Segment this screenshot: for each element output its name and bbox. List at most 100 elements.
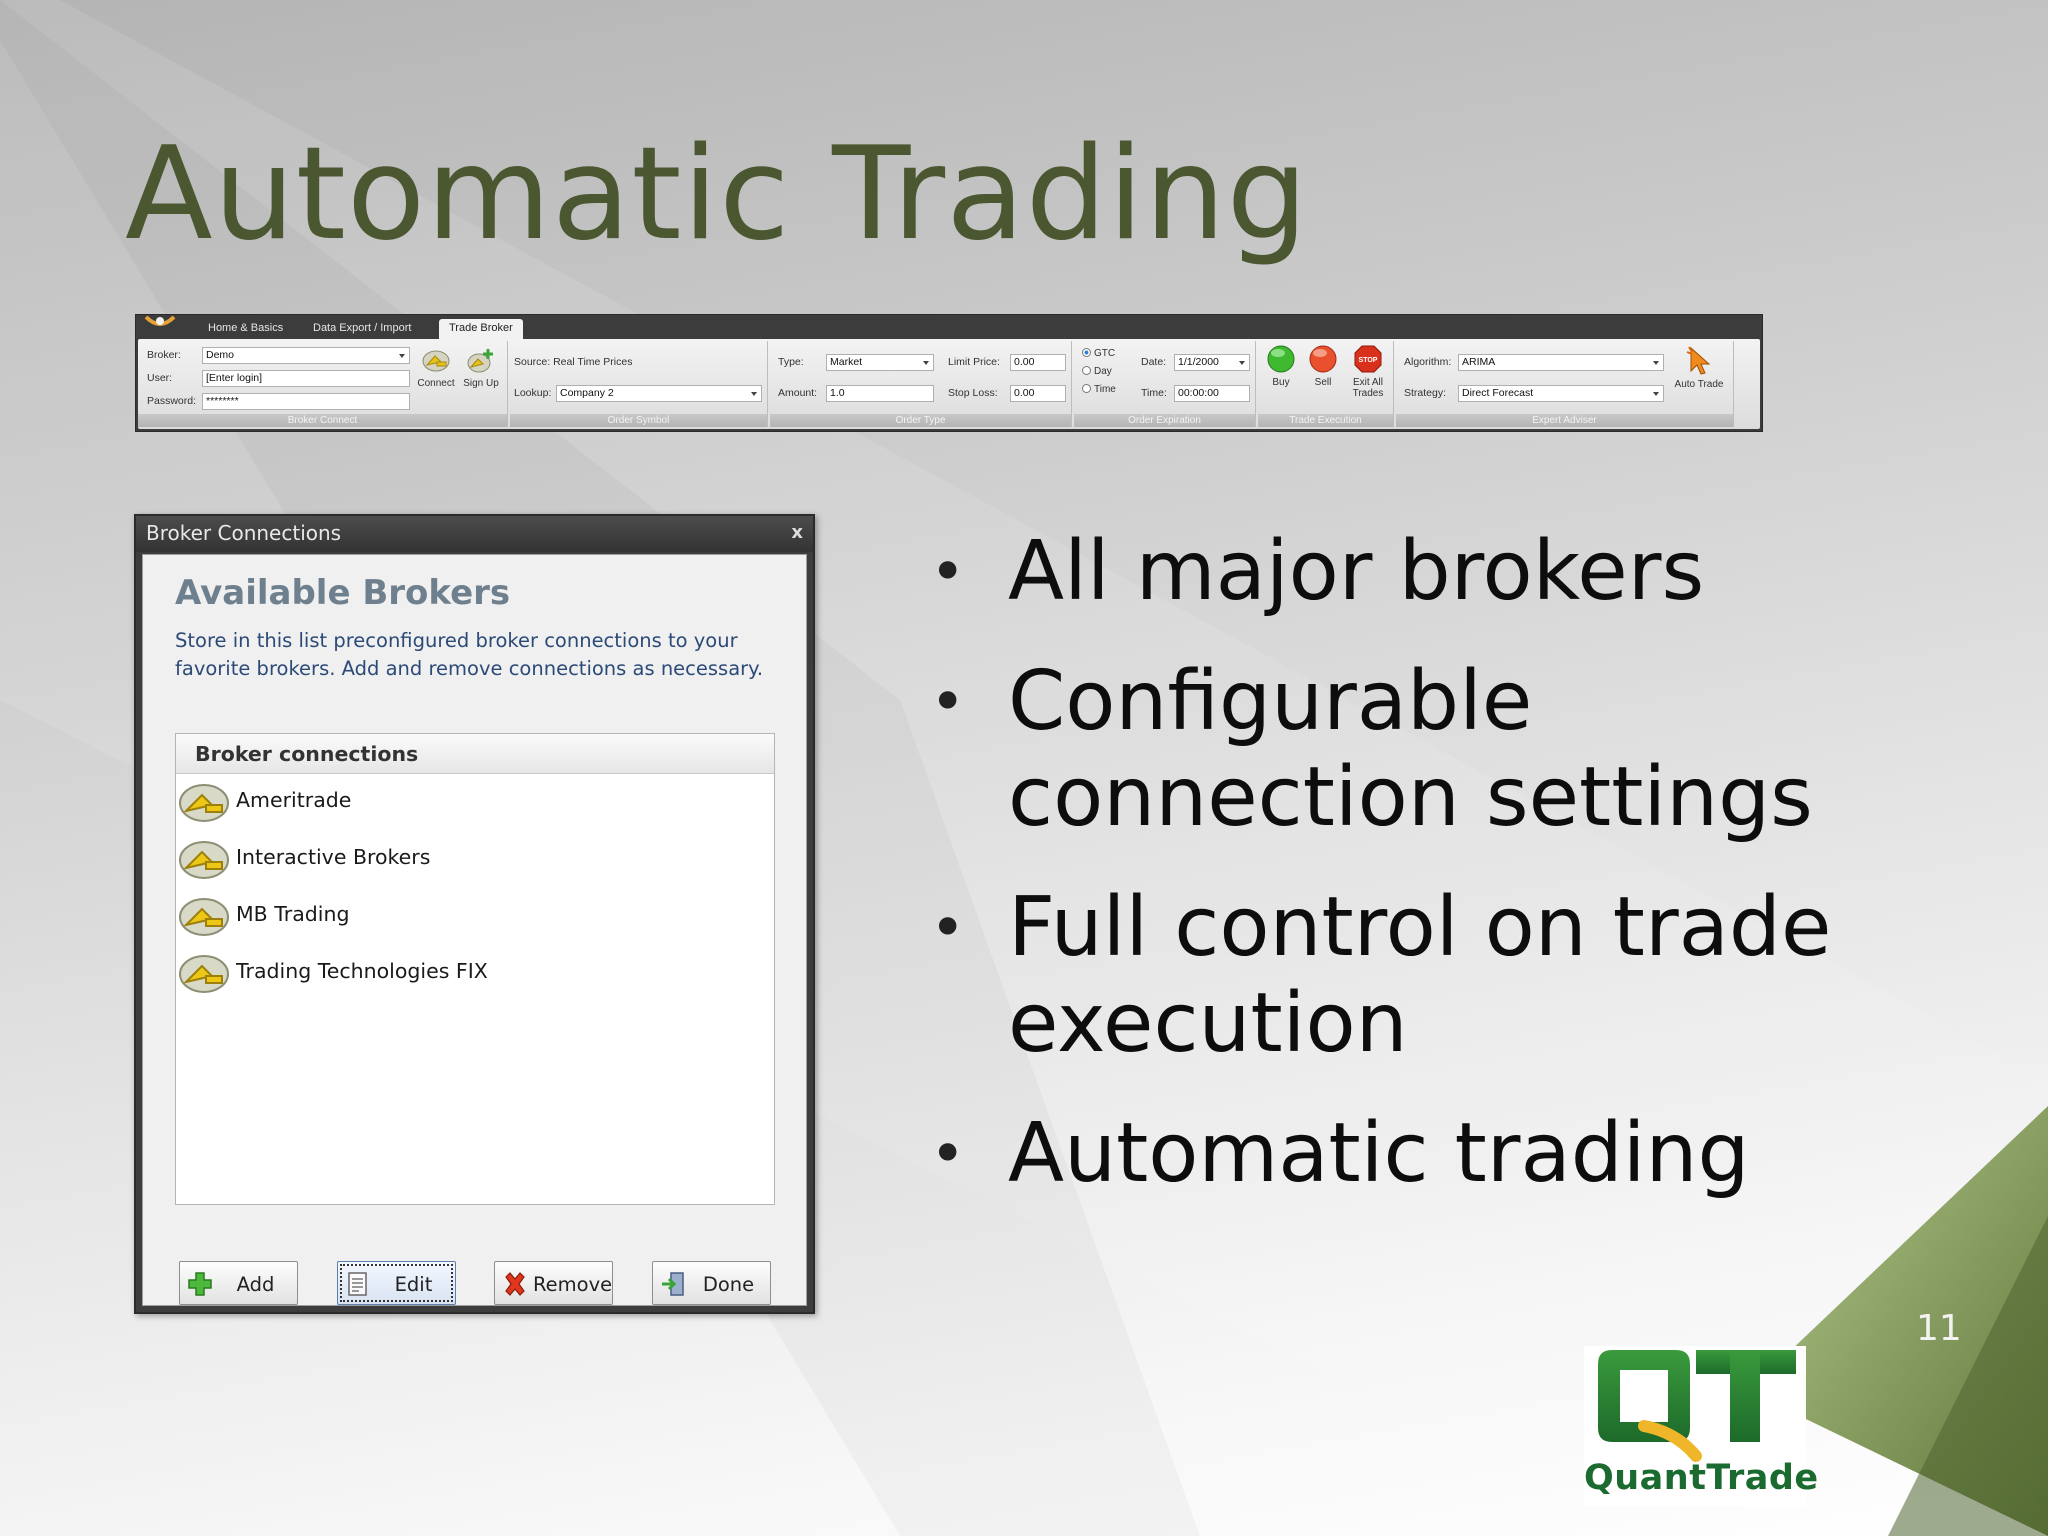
sign-up-label: Sign Up (463, 378, 499, 389)
time-label: Time: (1141, 387, 1167, 399)
amount-label: Amount: (778, 387, 818, 399)
slide-title: Automatic Trading (125, 120, 1309, 269)
strategy-label: Strategy: (1404, 387, 1447, 399)
connect-button[interactable]: Connect (414, 347, 458, 389)
group-expert-adviser: Algorithm: ARIMA Strategy: Direct Foreca… (1396, 341, 1734, 427)
done-button[interactable]: Done (652, 1261, 771, 1305)
cursor-click-icon (1686, 346, 1711, 375)
date-label: Date: (1141, 356, 1167, 368)
trades-label: Trades (1352, 388, 1384, 399)
group-broker-connect: Broker: Demo User: [Enter login] Passwor… (138, 341, 508, 427)
broker-select[interactable]: Demo (202, 347, 410, 364)
lookup-select[interactable]: Company 2 (556, 385, 762, 402)
date-picker[interactable]: 1/1/2000 (1174, 354, 1250, 371)
group-caption: Expert Adviser (1396, 414, 1733, 427)
page-number: 11 (1916, 1308, 1962, 1349)
password-input[interactable]: ******** (202, 393, 410, 410)
plus-icon (188, 1272, 212, 1296)
limit-price-label: Limit Price: (948, 356, 1000, 368)
dialog-title: Broker Connections (146, 521, 342, 545)
edit-label: Edit (394, 1273, 433, 1296)
dialog-heading: Available Brokers (175, 573, 511, 613)
password-label: Password: (147, 395, 197, 407)
red-circle-icon (1309, 345, 1337, 373)
tab-home-basics[interactable]: Home & Basics (208, 319, 283, 340)
broker-connections-list[interactable]: Broker connections Ameritrade Interactiv… (175, 733, 775, 1205)
plug-icon (179, 841, 229, 879)
dialog-description: Store in this list preconfigured broker … (175, 629, 764, 680)
sell-button[interactable]: Sell (1304, 344, 1342, 388)
day-radio[interactable]: Day (1082, 366, 1112, 377)
group-order-symbol: Source: Real Time Prices Lookup: Company… (510, 341, 768, 427)
app-logo-icon (144, 315, 176, 326)
bullet-item: Full control on trade execution (930, 880, 1990, 1072)
ribbon-body: Broker: Demo User: [Enter login] Passwor… (138, 339, 1760, 429)
list-item-trading-technologies-fix[interactable]: Trading Technologies FIX (178, 947, 738, 999)
exit-door-icon (662, 1272, 684, 1296)
edit-button[interactable]: Edit (337, 1261, 456, 1305)
plug-icon (179, 955, 229, 993)
stop-loss-input[interactable]: 0.00 (1010, 385, 1066, 402)
algorithm-select[interactable]: ARIMA (1458, 354, 1664, 371)
bullet-item: All major brokers (930, 524, 1990, 620)
remove-button[interactable]: Remove (494, 1261, 613, 1305)
order-type-select[interactable]: Market (826, 354, 934, 371)
limit-price-input[interactable]: 0.00 (1010, 354, 1066, 371)
exit-all-trades-button[interactable]: STOP Exit All Trades (1346, 344, 1390, 399)
bullet-item: Automatic trading (930, 1106, 1990, 1202)
sell-label: Sell (1314, 377, 1332, 388)
dialog-titlebar[interactable]: Broker Connections x (136, 516, 813, 552)
group-order-type: Type: Market Amount: 1.0 Limit Price: 0.… (770, 341, 1072, 427)
time-radio[interactable]: Time (1082, 384, 1116, 395)
time-input[interactable]: 00:00:00 (1174, 385, 1250, 402)
document-icon (348, 1272, 367, 1296)
broker-connections-dialog: Broker Connections x Available Brokers S… (134, 514, 815, 1314)
list-item-ameritrade[interactable]: Ameritrade (178, 776, 738, 828)
plug-add-icon (467, 349, 493, 373)
stop-sign-icon: STOP (1354, 345, 1382, 373)
plug-icon (179, 784, 229, 822)
add-label: Add (236, 1273, 275, 1296)
tab-trade-broker[interactable]: Trade Broker (439, 319, 523, 340)
stop-sign-text: STOP (1359, 357, 1378, 364)
add-button[interactable]: Add (179, 1261, 298, 1305)
broker-name: Interactive Brokers (236, 845, 431, 869)
buy-button[interactable]: Buy (1262, 344, 1300, 388)
bullet-item: Configurable connection settings (930, 654, 1990, 846)
dialog-body: Available Brokers Store in this list pre… (142, 554, 807, 1306)
stop-loss-label: Stop Loss: (948, 387, 998, 399)
group-caption: Order Expiration (1074, 414, 1255, 427)
user-input[interactable]: [Enter login] (202, 370, 410, 387)
algorithm-label: Algorithm: (1404, 356, 1452, 368)
broker-name: Ameritrade (236, 788, 352, 812)
group-caption: Order Symbol (510, 414, 767, 427)
amount-input[interactable]: 1.0 (826, 385, 934, 402)
close-icon[interactable]: x (791, 516, 803, 550)
auto-trade-button[interactable]: Auto Trade (1668, 344, 1730, 390)
trade-ribbon-toolbar: Home & Basics Data Export / Import Trade… (135, 314, 1763, 432)
gtc-radio[interactable]: GTC (1082, 348, 1115, 359)
remove-label: Remove (533, 1273, 613, 1296)
group-caption: Broker Connect (138, 414, 507, 427)
tab-data-export-import[interactable]: Data Export / Import (313, 319, 411, 340)
bullet-list: All major brokers Configurable connectio… (930, 524, 1990, 1202)
logo-text: QuantTrade (1584, 1458, 1819, 1498)
auto-trade-label: Auto Trade (1674, 379, 1724, 390)
broker-name: MB Trading (236, 902, 350, 926)
strategy-select[interactable]: Direct Forecast (1458, 385, 1664, 402)
plug-icon (179, 898, 229, 936)
sign-up-button[interactable]: Sign Up (460, 347, 502, 389)
broker-label: Broker: (147, 349, 181, 361)
group-trade-execution: Buy Sell STOP Exit All Trades Trade Exec… (1258, 341, 1394, 427)
done-label: Done (702, 1273, 755, 1296)
group-caption: Trade Execution (1258, 414, 1393, 427)
exit-all-label: Exit All (1352, 377, 1383, 388)
buy-label: Buy (1272, 377, 1290, 388)
list-item-mb-trading[interactable]: MB Trading (178, 890, 738, 942)
broker-name: Trading Technologies FIX (236, 959, 488, 983)
lookup-label: Lookup: (514, 387, 552, 399)
group-order-expiration: GTC Day Time Date: 1/1/2000 Time: 00:00:… (1074, 341, 1256, 427)
list-item-interactive-brokers[interactable]: Interactive Brokers (178, 833, 738, 885)
plug-icon (422, 350, 450, 372)
user-label: User: (147, 372, 173, 384)
